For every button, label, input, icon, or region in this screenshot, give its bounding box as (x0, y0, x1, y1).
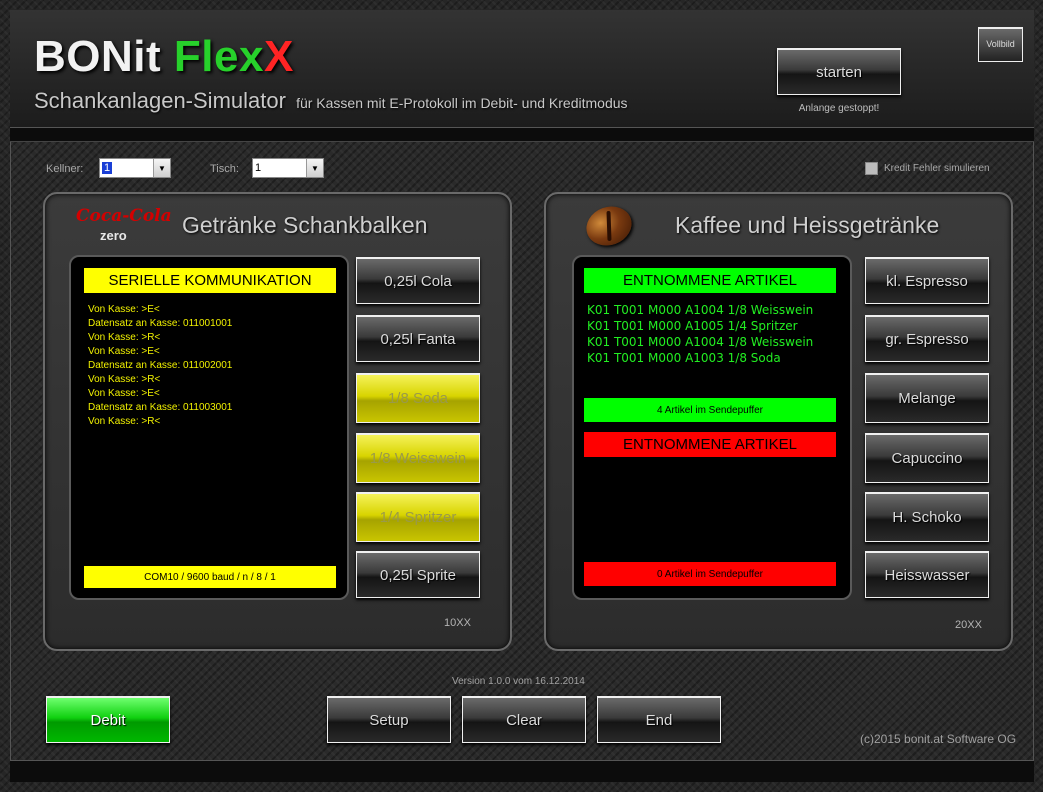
com-settings-banner: COM10 / 9600 baud / n / 8 / 1 (84, 566, 336, 588)
log-line: Von Kasse: >R< (88, 416, 161, 427)
tisch-label: Tisch: (210, 163, 239, 175)
kellner-label: Kellner: (46, 163, 84, 175)
soda-button[interactable]: 1/8 Soda (356, 373, 480, 423)
kellner-value: 1 (102, 162, 113, 174)
credit-error-checkbox[interactable] (865, 162, 878, 175)
logo-text-bonit: BONit (34, 32, 174, 81)
capuccino-button[interactable]: Capuccino (865, 433, 989, 483)
footer-bar (10, 760, 1034, 782)
articles-banner-green: ENTNOMMENE ARTIKEL (584, 268, 836, 293)
articles-banner-red: ENTNOMMENE ARTIKEL (584, 432, 836, 457)
fullscreen-button[interactable]: Vollbild (978, 27, 1023, 62)
header-separator (10, 128, 1034, 142)
tisch-value: 1 (255, 162, 262, 174)
spritzer-button[interactable]: 1/4 Spritzer (356, 492, 480, 542)
coffee-panel-title: Kaffee und Heissgetränke (675, 212, 940, 238)
tisch-select[interactable]: 1 ▼ (252, 158, 324, 178)
log-line: Datensatz an Kasse: 011002001 (88, 360, 233, 371)
send-buffer-green: 4 Artikel im Sendepuffer (584, 398, 836, 422)
subtitle-description: für Kassen mit E-Protokoll im Debit- und… (296, 95, 628, 111)
plant-status: Anlange gestoppt! (798, 103, 880, 114)
coffee-code: 20XX (955, 619, 982, 631)
large-espresso-button[interactable]: gr. Espresso (865, 315, 989, 362)
clear-button[interactable]: Clear (462, 696, 586, 743)
brand-zero: zero (100, 228, 127, 243)
log-line: Von Kasse: >R< (88, 332, 161, 343)
app-subtitle: Schankanlagen-Simulator für Kassen mit E… (34, 88, 628, 114)
log-line: Von Kasse: >E< (88, 304, 160, 315)
small-espresso-button[interactable]: kl. Espresso (865, 257, 989, 304)
end-button[interactable]: End (597, 696, 721, 743)
chevron-down-icon[interactable]: ▼ (306, 159, 323, 177)
version-text: Version 1.0.0 vom 16.12.2014 (452, 676, 585, 687)
brand-name: Coca-Cola (76, 206, 172, 226)
melange-button[interactable]: Melange (865, 373, 989, 423)
fanta-button[interactable]: 0,25l Fanta (356, 315, 480, 362)
hot-chocolate-button[interactable]: H. Schoko (865, 492, 989, 542)
article-line: K01 T001 M000 A1003 1/8 Soda (587, 351, 781, 365)
hot-water-button[interactable]: Heisswasser (865, 551, 989, 598)
log-line: Von Kasse: >E< (88, 346, 160, 357)
chevron-down-icon[interactable]: ▼ (153, 159, 170, 177)
subtitle-main: Schankanlagen-Simulator (34, 88, 286, 113)
copyright-text: (c)2015 bonit.at Software OG (860, 732, 1017, 746)
logo-text-flex: Flex (173, 32, 264, 81)
setup-button[interactable]: Setup (327, 696, 451, 743)
log-line: Von Kasse: >E< (88, 388, 160, 399)
serial-banner: SERIELLE KOMMUNIKATION (84, 268, 336, 293)
article-line: K01 T001 M000 A1004 1/8 Weisswein (587, 335, 814, 349)
cola-button[interactable]: 0,25l Cola (356, 257, 480, 304)
drinks-panel-title: Getränke Schankbalken (182, 212, 428, 238)
start-button[interactable]: starten (777, 48, 901, 95)
app-logo: BONit FlexX (34, 32, 294, 82)
drinks-code: 10XX (444, 617, 471, 629)
sprite-button[interactable]: 0,25l Sprite (356, 551, 480, 598)
log-line: Von Kasse: >R< (88, 374, 161, 385)
coca-cola-logo: Coca-Cola zero (76, 206, 172, 248)
weisswein-button[interactable]: 1/8 Weisswein (356, 433, 480, 483)
debit-button[interactable]: Debit (46, 696, 170, 743)
app-window: BONit FlexX Schankanlagen-Simulator für … (0, 0, 1043, 792)
log-line: Datensatz an Kasse: 011003001 (88, 402, 233, 413)
log-line: Datensatz an Kasse: 011001001 (88, 318, 233, 329)
kellner-select[interactable]: 1 ▼ (99, 158, 171, 178)
coffee-bean-groove (606, 210, 612, 242)
article-line: K01 T001 M000 A1004 1/8 Weisswein (587, 303, 814, 317)
logo-text-x: X (263, 32, 294, 81)
credit-error-label: Kredit Fehler simulieren (884, 163, 990, 174)
article-line: K01 T001 M000 A1005 1/4 Spritzer (587, 319, 798, 333)
send-buffer-red: 0 Artikel im Sendepuffer (584, 562, 836, 586)
